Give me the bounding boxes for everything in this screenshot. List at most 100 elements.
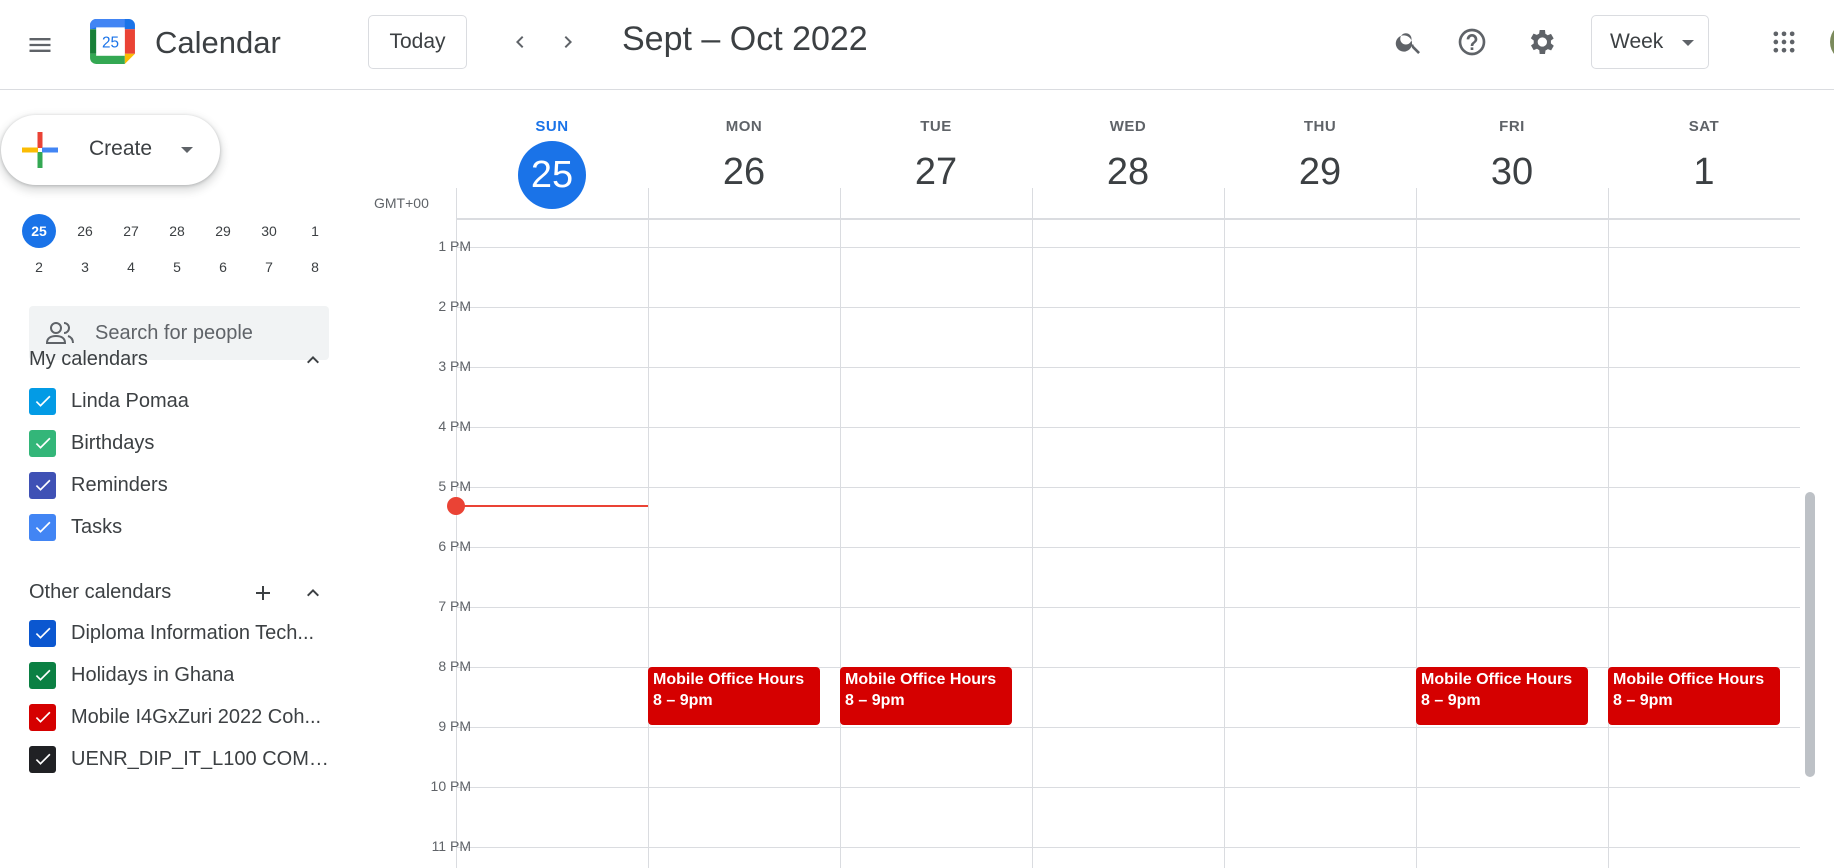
collapse-other-calendars-button[interactable]: [298, 578, 328, 608]
hour-label: 11 PM: [431, 838, 471, 854]
people-icon: [45, 322, 74, 344]
mini-calendar-day[interactable]: 26: [62, 216, 108, 246]
calendar-item-uenr[interactable]: UENR_DIP_IT_L100 COMP...: [29, 744, 334, 774]
app-title: Calendar: [155, 25, 281, 60]
date-range-title: Sept – Oct 2022: [622, 20, 868, 58]
mini-calendar-week-1: 25 26 27 28 29 30 1: [16, 214, 338, 248]
day-number[interactable]: 30: [1416, 151, 1608, 194]
week-grid: GMT+00 SUN 25 MON 26 TUE 27 WED 28 THU 2…: [356, 91, 1834, 868]
hour-line: [456, 487, 1800, 488]
current-time-dot: [447, 497, 465, 515]
search-people-placeholder: Search for people: [95, 322, 253, 344]
header-divider: [1416, 188, 1417, 218]
search-button[interactable]: [1385, 18, 1433, 66]
view-selector[interactable]: Week: [1591, 15, 1709, 69]
next-week-button[interactable]: [544, 18, 592, 66]
event-title: Mobile Office Hours: [1421, 671, 1573, 688]
checkbox-icon[interactable]: [29, 429, 56, 457]
calendar-app: 25 Calendar Today Sept – Oct 2022 Week C…: [0, 0, 1834, 868]
previous-week-button[interactable]: [496, 18, 544, 66]
calendar-item-reminders[interactable]: Reminders: [29, 470, 334, 500]
day-number[interactable]: 27: [840, 151, 1032, 194]
mini-calendar-day[interactable]: 27: [108, 216, 154, 246]
hour-label: 2 PM: [438, 298, 471, 314]
event-mobile-office-hours-mon[interactable]: Mobile Office Hours 8 – 9pm: [648, 667, 820, 725]
hamburger-icon: [29, 38, 51, 52]
calendar-logo[interactable]: 25: [88, 17, 137, 66]
calendar-item-diploma[interactable]: Diploma Information Tech...: [29, 618, 334, 648]
current-time-line: [456, 505, 648, 507]
event-mobile-office-hours-fri[interactable]: Mobile Office Hours 8 – 9pm: [1416, 667, 1588, 725]
mini-calendar-day[interactable]: 2: [16, 252, 62, 282]
hour-label: 6 PM: [438, 538, 471, 554]
mini-calendar-day[interactable]: 28: [154, 216, 200, 246]
checkbox-icon[interactable]: [29, 661, 56, 689]
add-other-calendar-button[interactable]: [248, 578, 278, 608]
mini-calendar-day[interactable]: 4: [108, 252, 154, 282]
account-avatar[interactable]: [1830, 22, 1834, 62]
today-button[interactable]: Today: [368, 15, 467, 69]
mini-calendar-day[interactable]: 1: [292, 216, 338, 246]
header-divider: [456, 188, 457, 218]
grid-scrollbar[interactable]: [1805, 492, 1815, 777]
day-number[interactable]: 26: [648, 151, 840, 194]
calendar-item-linda-pomaa[interactable]: Linda Pomaa: [29, 386, 334, 416]
create-button[interactable]: Create: [1, 115, 220, 185]
settings-button[interactable]: [1517, 18, 1565, 66]
checkbox-icon[interactable]: [29, 513, 56, 541]
mini-calendar-day[interactable]: 30: [246, 216, 292, 246]
checkbox-icon[interactable]: [29, 745, 56, 773]
day-name: TUE: [920, 118, 952, 135]
my-calendars-title[interactable]: My calendars: [29, 348, 148, 371]
create-dropdown-icon: [181, 147, 193, 153]
collapse-my-calendars-button[interactable]: [298, 345, 328, 375]
calendar-item-tasks[interactable]: Tasks: [29, 512, 334, 542]
chevron-up-icon: [307, 589, 319, 597]
dropdown-caret-icon: [1682, 40, 1694, 46]
checkbox-icon[interactable]: [29, 387, 56, 415]
hour-line: [456, 727, 1800, 728]
day-number[interactable]: 1: [1608, 151, 1800, 194]
mini-calendar-day[interactable]: 8: [292, 252, 338, 282]
checkbox-icon[interactable]: [29, 703, 56, 731]
day-number[interactable]: 29: [1224, 151, 1416, 194]
column-line: [1608, 220, 1609, 868]
hour-line: [456, 787, 1800, 788]
mini-calendar-day[interactable]: 7: [246, 252, 292, 282]
mini-calendar-day[interactable]: 29: [200, 216, 246, 246]
header-divider: [1608, 188, 1609, 218]
mini-calendar-day[interactable]: 5: [154, 252, 200, 282]
mini-calendar-day[interactable]: 3: [62, 252, 108, 282]
calendar-item-holidays-ghana[interactable]: Holidays in Ghana: [29, 660, 334, 690]
chevron-left-icon: [516, 36, 524, 48]
main-menu-button[interactable]: [16, 21, 64, 69]
calendar-label: Holidays in Ghana: [71, 663, 235, 686]
top-bar: 25 Calendar Today Sept – Oct 2022 Week: [0, 0, 1834, 90]
calendar-item-birthdays[interactable]: Birthdays: [29, 428, 334, 458]
mini-calendar-day[interactable]: 25: [16, 214, 62, 248]
calendar-item-mobile-i4g[interactable]: Mobile I4GxZuri 2022 Coh...: [29, 702, 334, 732]
mini-calendar-day[interactable]: 6: [200, 252, 246, 282]
hour-label: 10 PM: [430, 778, 471, 794]
hour-line: [456, 547, 1800, 548]
event-time: 8 – 9pm: [1613, 692, 1673, 709]
day-name: SUN: [535, 118, 569, 135]
event-time: 8 – 9pm: [653, 692, 713, 709]
view-selector-label: Week: [1610, 30, 1664, 53]
mini-calendar-week-2: 2 3 4 5 6 7 8: [16, 252, 338, 282]
header-divider: [1032, 188, 1033, 218]
day-number-today[interactable]: 25: [518, 141, 586, 209]
chevron-right-icon: [564, 36, 572, 48]
day-number[interactable]: 28: [1032, 151, 1224, 194]
event-mobile-office-hours-sat[interactable]: Mobile Office Hours 8 – 9pm: [1608, 667, 1780, 725]
search-icon: [1395, 33, 1420, 54]
hour-line: [456, 307, 1800, 308]
other-calendars-title[interactable]: Other calendars: [29, 581, 171, 604]
calendar-label: Tasks: [71, 515, 123, 538]
event-mobile-office-hours-tue[interactable]: Mobile Office Hours 8 – 9pm: [840, 667, 1012, 725]
checkbox-icon[interactable]: [29, 471, 56, 499]
checkbox-icon[interactable]: [29, 619, 56, 647]
help-icon: [1458, 28, 1486, 56]
google-apps-button[interactable]: [1760, 18, 1808, 66]
help-button[interactable]: [1448, 18, 1496, 66]
